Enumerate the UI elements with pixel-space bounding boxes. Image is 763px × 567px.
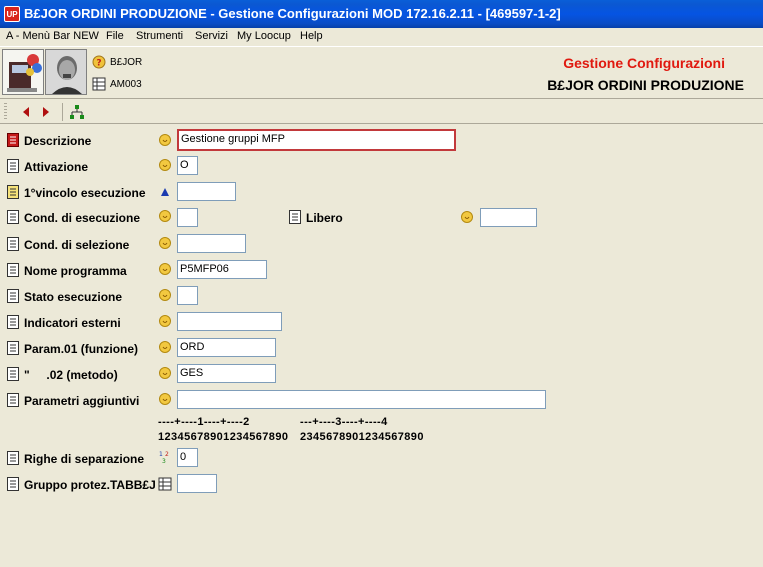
help-icon[interactable] [461,211,473,223]
help-icon[interactable] [159,210,171,222]
document-icon [7,393,19,407]
help-icon[interactable] [159,289,171,301]
window-titlebar: UP B£JOR ORDINI PRODUZIONE - Gestione Co… [0,0,763,28]
label-param02: " .02 (metodo) [24,368,118,382]
arrow-left-icon[interactable] [18,103,36,121]
table-icon [92,77,106,91]
svg-text:?: ? [96,59,101,69]
menu-servizi[interactable]: Servizi [195,30,228,42]
document-icon [7,289,19,303]
window-title: B£JOR ORDINI PRODUZIONE - Gestione Confi… [24,6,561,21]
header-panel: ? B£JOR AM003 Gestione Configurazioni B£… [0,46,763,98]
logo-image [2,49,44,95]
help-icon[interactable] [159,393,171,405]
tree-icon[interactable] [68,103,86,121]
help-icon[interactable] [159,367,171,379]
help-circle-icon: ? [92,55,106,69]
cond-esecuzione-input[interactable] [177,208,198,227]
label-nome-programma: Nome programma [24,264,127,278]
label-stato-esecuzione: Stato esecuzione [24,290,123,304]
label-param01: Param.01 (funzione) [24,342,139,356]
menu-bar: A - Menù Bar NEW File Strumenti Servizi … [0,28,763,46]
svg-text:1: 1 [159,451,163,458]
app-icon: UP [4,6,20,22]
menu-a-menu-bar-new[interactable]: A - Menù Bar NEW [6,30,99,42]
document-red-icon [7,133,19,147]
label-attivazione: Attivazione [24,160,89,174]
document-icon [7,159,19,173]
user-avatar [45,49,87,95]
menu-file[interactable]: File [106,30,124,42]
cond-selezione-input[interactable] [177,234,246,253]
nome-programma-input[interactable]: P5MFP06 [177,260,267,279]
document-icon [7,451,19,465]
table-icon[interactable] [158,477,172,491]
document-icon [7,315,19,329]
toolbar-grip [4,103,7,120]
ruler-bottom-left: 12345678901234567890 [158,431,289,443]
ruler-top-right: ---+----3----+----4 [300,416,388,428]
toolbar-separator [62,103,63,121]
label-cond-selezione: Cond. di selezione [24,238,130,252]
libero-input[interactable] [480,208,537,227]
document-icon [7,477,19,491]
help-icon[interactable] [159,237,171,249]
document-icon [7,341,19,355]
help-icon[interactable] [159,341,171,353]
arrow-right-icon[interactable] [36,103,54,121]
toolbar [0,98,763,124]
menu-my-loocup[interactable]: My Loocup [237,30,291,42]
attivazione-input[interactable]: O [177,156,198,175]
vincolo-esecuzione-input[interactable] [177,182,236,201]
svg-text:3: 3 [162,458,166,464]
param01-input[interactable]: ORD [177,338,276,357]
stato-esecuzione-input[interactable] [177,286,198,305]
menu-strumenti[interactable]: Strumenti [136,30,183,42]
menu-help[interactable]: Help [300,30,323,42]
header-code-1: B£JOR [110,57,143,68]
righe-separazione-input[interactable]: 0 [177,448,198,467]
help-icon[interactable] [159,315,171,327]
parametri-aggiuntivi-input[interactable] [177,390,546,409]
label-indicatori-esterni: Indicatori esterni [24,316,121,330]
page-title: Gestione Configurazioni [563,55,725,71]
label-righe-separazione: Righe di separazione [24,452,145,466]
ruler-bottom-right: 2345678901234567890 [300,431,424,443]
numeric-icon[interactable]: 1 2 3 [158,450,172,464]
document-icon [7,237,19,251]
help-icon[interactable] [159,159,171,171]
label-cond-esecuzione: Cond. di esecuzione [24,211,141,225]
svg-text:2: 2 [165,451,169,458]
label-vincolo-esecuzione: 1°vincolo esecuzione [24,186,146,200]
document-icon [7,210,19,224]
label-parametri-aggiuntivi: Parametri aggiuntivi [24,394,140,408]
page-subtitle: B£JOR ORDINI PRODUZIONE [547,77,744,93]
triangle-icon[interactable] [159,186,171,198]
indicatori-esterni-input[interactable] [177,312,282,331]
help-icon[interactable] [159,263,171,275]
document-yellow-icon [7,185,19,199]
ruler-top-left: ----+----1----+----2 [158,416,250,428]
label-libero: Libero [306,211,343,225]
gruppo-protez-input[interactable] [177,474,217,493]
param02-input[interactable]: GES [177,364,276,383]
help-icon[interactable] [159,134,171,146]
document-icon [7,367,19,381]
header-code-2: AM003 [110,79,142,90]
label-descrizione: Descrizione [24,134,92,148]
document-icon [7,263,19,277]
descrizione-input[interactable]: Gestione gruppi MFP [177,129,456,151]
document-icon [289,210,301,224]
label-gruppo-protez: Gruppo protez.TABB£J [24,478,156,492]
